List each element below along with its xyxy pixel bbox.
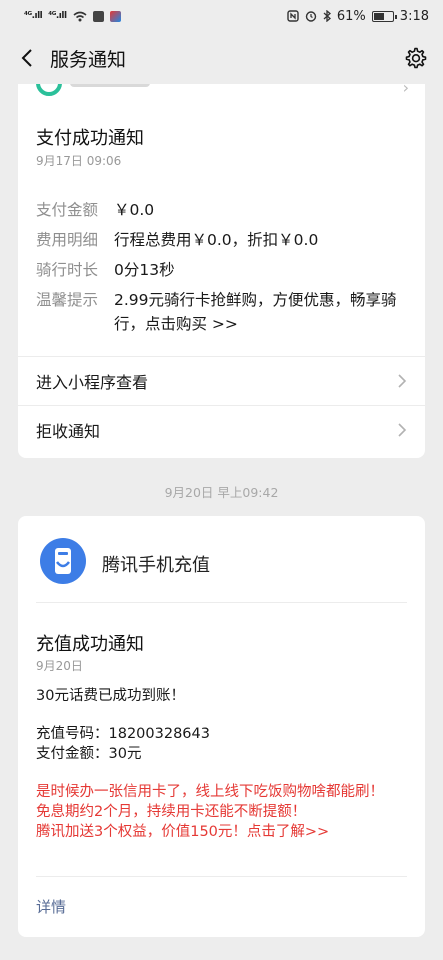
bluetooth-icon: [323, 10, 331, 22]
nfc-icon: [287, 10, 299, 22]
settings-button[interactable]: [401, 44, 429, 72]
chevron-right-icon: ›: [402, 84, 409, 97]
field-ride-duration: 骑行时长 0分13秒: [36, 258, 414, 282]
open-mini-program-label: 进入小程序查看: [36, 373, 149, 392]
signal-icon-2: ⁴ᴳ.ıll: [48, 11, 67, 21]
battery-icon: [371, 10, 397, 22]
promo-text[interactable]: 是时候办一张信用卡了，线上线下吃饭购物啥都能刷！ 免息期约2个月，持续用卡还能不…: [36, 782, 406, 842]
page-title: 服务通知: [50, 48, 127, 71]
notification-app-icon-2: [109, 10, 121, 22]
recharge-number: 充值号码：18200328643: [36, 726, 210, 742]
service-name: 腾讯手机充值: [102, 555, 210, 576]
status-bar: ⁴ᴳ.ıll ⁴ᴳ.ıll 61% 3:18: [0, 0, 443, 32]
alarm-icon: [305, 11, 317, 22]
title-bar: 服务通知: [0, 32, 443, 84]
phone-icon: [55, 548, 71, 574]
notification-date: 9月20日: [36, 659, 83, 673]
reject-notification-link[interactable]: 拒收通知: [18, 405, 425, 454]
payment-notification-card: › 支付成功通知 9月17日 09:06 支付金额 ￥0.0 费用明细 行程总费…: [18, 84, 425, 458]
promo-line-2: 免息期约2个月，持续用卡还能不断提额！: [36, 804, 307, 820]
field-value: 2.99元骑行卡抢鲜购，方便优惠，畅享骑行，点击购买 >>: [114, 291, 397, 333]
message-timestamp: 9月20日 早上09:42: [164, 485, 279, 500]
field-value: 0分13秒: [114, 261, 175, 279]
notification-title: 充值成功通知: [36, 634, 144, 655]
field-label: 温馨提示: [36, 291, 99, 309]
chevron-left-icon: [21, 49, 32, 67]
recharge-notification-card[interactable]: 腾讯手机充值 充值成功通知 9月20日 30元话费已成功到账！ 充值号码：182…: [18, 516, 425, 937]
recharge-message: 30元话费已成功到账！: [36, 688, 185, 704]
gear-icon: [405, 47, 427, 69]
partial-app-name: [70, 84, 150, 87]
notification-date: 9月17日 09:06: [36, 154, 122, 168]
app-logo-icon: [36, 84, 62, 96]
wifi-icon: [73, 11, 87, 21]
status-left: ⁴ᴳ.ıll ⁴ᴳ.ıll: [24, 10, 121, 22]
field-label: 骑行时长: [36, 261, 99, 279]
field-amount: 支付金额 ￥0.0: [36, 198, 414, 222]
clock: 3:18: [399, 8, 429, 24]
divider: [36, 876, 407, 877]
reject-notification-label: 拒收通知: [36, 422, 101, 441]
promo-line-3: 腾讯加送3个权益，价值150元！点击了解>>: [36, 824, 330, 840]
open-mini-program-link[interactable]: 进入小程序查看: [18, 356, 425, 405]
phone-recharge-logo-icon: [40, 538, 86, 584]
partial-card-header: [36, 84, 150, 96]
promo-line-1: 是时候办一张信用卡了，线上线下吃饭购物啥都能刷！: [36, 784, 384, 800]
back-button[interactable]: [14, 45, 40, 71]
chevron-right-icon: [398, 374, 407, 388]
field-value: ￥0.0: [114, 201, 155, 219]
battery-percent: 61%: [336, 8, 366, 24]
chevron-right-icon: [398, 423, 407, 437]
status-right: 61% 3:18: [287, 9, 429, 24]
field-fee-detail: 费用明细 行程总费用￥0.0，折扣￥0.0: [36, 228, 414, 252]
field-value: 行程总费用￥0.0，折扣￥0.0: [114, 231, 319, 249]
field-label: 支付金额: [36, 201, 99, 219]
field-label: 费用明细: [36, 231, 99, 249]
notification-title: 支付成功通知: [36, 128, 144, 149]
field-tip: 温馨提示 2.99元骑行卡抢鲜购，方便优惠，畅享骑行，点击购买 >>: [36, 288, 404, 336]
notification-app-icon: [92, 10, 104, 22]
pay-amount: 支付金额：30元: [36, 746, 142, 762]
details-link[interactable]: 详情: [36, 896, 66, 917]
signal-icon: ⁴ᴳ.ıll: [24, 11, 43, 21]
divider: [36, 602, 407, 603]
